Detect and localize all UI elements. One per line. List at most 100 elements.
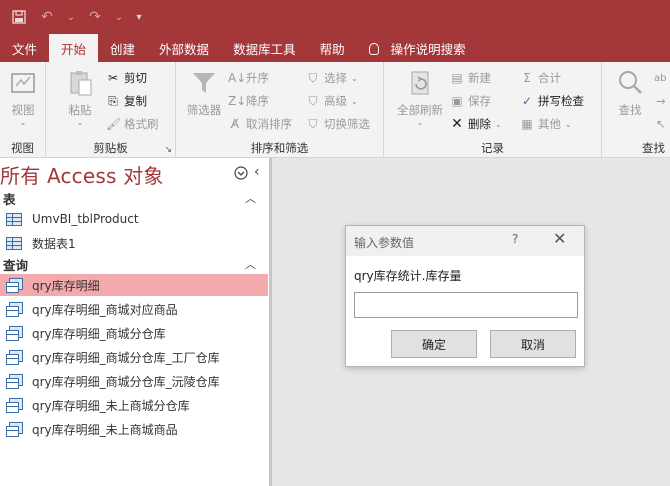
query-icon xyxy=(6,398,23,413)
tab-external-data[interactable]: 外部数据 xyxy=(147,34,221,62)
nav-item-label: qry库存明细_未上商城分仓库 xyxy=(32,398,190,413)
more-grid-icon: ▦ xyxy=(521,117,533,131)
ribbon-tabs: 文件 开始 创建 外部数据 数据库工具 帮助 操作说明搜索 xyxy=(0,34,670,62)
find-label: 查找 xyxy=(618,103,642,117)
scissors-icon: ✂ xyxy=(107,71,119,85)
nav-item-label: qry库存明细 xyxy=(32,278,100,293)
group-label-find: 查找 xyxy=(642,141,665,155)
nav-item-table[interactable]: 数据表1 xyxy=(0,232,268,254)
parameter-value-input[interactable] xyxy=(354,292,578,318)
navigation-pane: 所有 Access 对象 ‹ 表 ︿ UmvBI_tblProduct 数据表1… xyxy=(0,158,272,486)
nav-section-label: 表 xyxy=(3,191,16,207)
spelling-label: 拼写检查 xyxy=(538,94,584,108)
ok-button[interactable]: 确定 xyxy=(391,330,477,358)
nav-item-query[interactable]: qry库存明细 xyxy=(0,274,268,296)
group-label-records: 记录 xyxy=(481,141,504,155)
chevron-down-icon: ⌄ xyxy=(416,118,424,127)
totals-button[interactable]: Σ 合计 xyxy=(520,68,561,88)
view-label: 视图 xyxy=(11,103,35,117)
collapse-pane-icon[interactable]: ‹ xyxy=(254,164,260,180)
more-button[interactable]: ▦ 其他 ⌄ xyxy=(520,114,571,134)
chevron-up-icon: ︿ xyxy=(245,258,256,271)
nav-item-query[interactable]: qry库存明细_未上商城分仓库 xyxy=(0,394,268,416)
nav-section-queries[interactable]: 查询 ︿ xyxy=(0,254,268,274)
format-painter-label: 格式刷 xyxy=(124,117,159,131)
nav-item-table[interactable]: UmvBI_tblProduct xyxy=(0,208,268,230)
nav-item-label: qry库存明细_商城分仓库_沅陵仓库 xyxy=(32,374,220,389)
copy-icon: ⎘ xyxy=(108,94,118,108)
table-icon xyxy=(6,212,22,226)
lightbulb-icon xyxy=(368,43,379,55)
chevron-down-icon: ⌄ xyxy=(76,118,84,127)
tab-create[interactable]: 创建 xyxy=(98,34,147,62)
group-find: 查找 ab → ↖ 查找 xyxy=(602,62,670,158)
delete-label: 删除 xyxy=(468,117,491,131)
paintbrush-icon: 🖌 xyxy=(106,117,122,131)
select-cursor-icon[interactable]: ↖ xyxy=(656,114,666,134)
view-button[interactable]: 视图 ⌄ xyxy=(3,68,43,127)
sort-ascending-button[interactable]: A↓ 升序 xyxy=(228,68,269,88)
group-sort-filter: 筛选器 A↓ 升序 Z↓ 降序 A̸ 取消排序 ⛉ 选择 ⌄ ⛉ 高级 ⌄ ⛉ … xyxy=(176,62,384,158)
save-label: 保存 xyxy=(468,94,491,108)
save-icon[interactable] xyxy=(8,6,30,28)
tell-me-label: 操作说明搜索 xyxy=(390,41,466,57)
paste-button[interactable]: 粘贴 ⌄ xyxy=(60,68,100,127)
group-label-sort-filter: 排序和筛选 xyxy=(250,141,309,155)
sort-descending-button[interactable]: Z↓ 降序 xyxy=(228,91,269,111)
nav-item-label: qry库存明细_商城对应商品 xyxy=(32,302,178,317)
find-button[interactable]: 查找 xyxy=(610,68,650,118)
toggle-filter-button[interactable]: ⛉ 切换筛选 xyxy=(306,114,370,134)
nav-item-query[interactable]: qry库存明细_商城对应商品 xyxy=(0,298,268,320)
redo-icon[interactable]: ↷ xyxy=(84,6,106,28)
query-icon xyxy=(6,326,23,341)
refresh-all-button[interactable]: 全部刷新 ⌄ xyxy=(394,68,446,127)
nav-item-query[interactable]: qry库存明细_商城分仓库 xyxy=(0,322,268,344)
nav-item-label: qry库存明细_商城分仓库_工厂仓库 xyxy=(32,350,220,365)
selection-label: 选择 xyxy=(324,71,347,85)
delete-record-button[interactable]: ✕ 删除 ⌄ xyxy=(450,114,502,134)
clear-sort-button[interactable]: A̸ 取消排序 xyxy=(228,114,292,134)
copy-label: 复制 xyxy=(124,94,147,108)
tell-me-search[interactable]: 操作说明搜索 xyxy=(357,34,478,62)
save-record-button[interactable]: ▣ 保存 xyxy=(450,91,491,111)
tab-help[interactable]: 帮助 xyxy=(308,34,357,62)
cut-button[interactable]: ✂ 剪切 xyxy=(106,68,147,88)
tab-database-tools[interactable]: 数据库工具 xyxy=(221,34,308,62)
nav-item-query[interactable]: qry库存明细_商城分仓库_工厂仓库 xyxy=(0,346,268,368)
filter-button[interactable]: 筛选器 xyxy=(184,68,224,118)
query-icon xyxy=(6,302,23,317)
nav-pane-title[interactable]: 所有 Access 对象 xyxy=(0,160,164,189)
selection-filter-icon: ⛉ xyxy=(308,71,318,85)
advanced-button[interactable]: ⛉ 高级 ⌄ xyxy=(306,91,357,111)
selection-button[interactable]: ⛉ 选择 ⌄ xyxy=(306,68,357,88)
toggle-filter-label: 切换筛选 xyxy=(324,117,370,131)
enter-parameter-dialog: 输入参数值 ? ✕ qry库存统计.库存量 确定 取消 xyxy=(345,225,585,367)
goto-arrow-icon[interactable]: → xyxy=(656,91,666,111)
cancel-button[interactable]: 取消 xyxy=(490,330,576,358)
undo-icon[interactable]: ↶ xyxy=(36,6,58,28)
delete-x-icon: ✕ xyxy=(451,116,463,132)
tab-file[interactable]: 文件 xyxy=(0,34,49,62)
paste-label: 粘贴 xyxy=(68,103,92,117)
replace-icon[interactable]: ab xyxy=(654,68,666,88)
cut-label: 剪切 xyxy=(124,71,147,85)
help-icon[interactable]: ? xyxy=(512,232,518,246)
nav-item-query[interactable]: qry库存明细_商城分仓库_沅陵仓库 xyxy=(0,370,268,392)
close-icon[interactable]: ✕ xyxy=(553,229,566,248)
dialog-body: qry库存统计.库存量 确定 取消 xyxy=(346,256,584,366)
dialog-launcher-icon[interactable]: ↘ xyxy=(164,145,172,155)
sigma-icon: Σ xyxy=(523,71,531,85)
nav-item-query[interactable]: qry库存明细_未上商城商品 xyxy=(0,418,268,440)
copy-button[interactable]: ⎘ 复制 xyxy=(106,91,147,111)
tab-home[interactable]: 开始 xyxy=(49,34,99,62)
save-record-icon: ▣ xyxy=(451,94,463,108)
nav-menu-chevron-icon[interactable] xyxy=(234,166,248,183)
chevron-down-icon[interactable]: ⌄ xyxy=(64,6,78,28)
nav-section-tables[interactable]: 表 ︿ xyxy=(0,188,268,208)
paste-icon xyxy=(65,68,95,98)
spelling-button[interactable]: ✓ 拼写检查 xyxy=(520,91,584,111)
format-painter-button[interactable]: 🖌 格式刷 xyxy=(106,114,159,134)
customize-qat-icon[interactable]: ▾ xyxy=(132,6,146,28)
chevron-down-icon[interactable]: ⌄ xyxy=(112,6,126,28)
new-record-button[interactable]: ▤ 新建 xyxy=(450,68,491,88)
